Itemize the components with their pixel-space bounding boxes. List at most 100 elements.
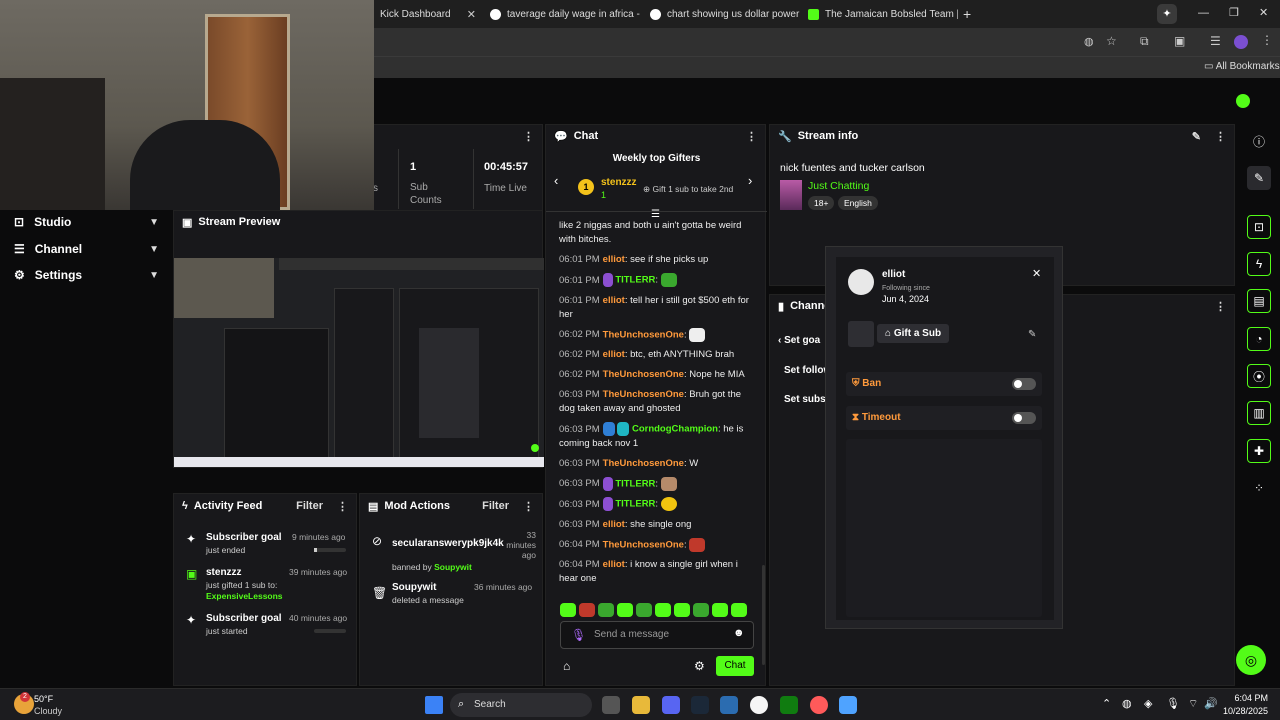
chat-user[interactable]: elliot — [603, 559, 625, 570]
tab-daily-wage[interactable]: taverage daily wage in africa - ✕ — [484, 4, 642, 24]
emote-icon[interactable] — [636, 603, 652, 617]
store-icon[interactable]: ⌂ — [563, 659, 570, 673]
mod-target[interactable]: secularanswerypk9jk4k — [392, 538, 504, 549]
wifi-icon[interactable]: ⌔ — [1188, 697, 1198, 711]
microphone-icon[interactable]: 🎙 — [1166, 697, 1180, 710]
chart-icon[interactable]: ▥ — [1247, 401, 1271, 425]
chat-user[interactable]: TheUnchosenOne — [603, 539, 684, 550]
tab-bobsled[interactable]: The Jamaican Bobsled Team | T✕ — [802, 4, 958, 24]
chat-user[interactable]: elliot — [603, 295, 625, 306]
taskbar-search[interactable]: ⌕ Search — [450, 693, 592, 717]
chevron-left-icon[interactable]: ‹ — [554, 173, 558, 188]
app-icon[interactable] — [720, 696, 738, 714]
timeout-toggle[interactable] — [1012, 412, 1036, 424]
chat-user[interactable]: TheUnchosenOne — [603, 389, 684, 400]
microphone-icon[interactable]: 🎙 — [571, 628, 586, 642]
all-bookmarks[interactable]: ▭ All Bookmarks — [1204, 61, 1280, 72]
xbox-icon[interactable] — [780, 696, 798, 714]
tray-icon[interactable]: ◍ — [1122, 697, 1132, 710]
kebab-menu-icon[interactable]: ⋮ — [523, 500, 534, 513]
app-icon[interactable] — [839, 696, 857, 714]
apps-icon[interactable]: ⁘ — [1247, 476, 1271, 500]
emote-icon[interactable] — [731, 603, 747, 617]
emoji-icon[interactable]: ☻ — [733, 627, 745, 639]
support-icon[interactable]: ◎ — [1236, 645, 1266, 675]
ban-toggle[interactable] — [1012, 378, 1036, 390]
address-bar[interactable]: ◍ ☆ ⧉ ▣ ☰ ⋮ — [374, 28, 1280, 56]
tab-kick-dashboard[interactable]: Kick Dashboard ✕ — [374, 4, 482, 24]
kick-logo-icon[interactable] — [1236, 94, 1250, 108]
camera-icon[interactable]: ⊡ — [1247, 215, 1271, 239]
document-icon[interactable]: ▤ — [1247, 289, 1271, 313]
chat-user[interactable]: TITLERR — [615, 275, 655, 286]
eye-off-icon[interactable]: ◍ — [1084, 35, 1094, 48]
wrench-icon[interactable]: ✚ — [1247, 439, 1271, 463]
kebab-menu-icon[interactable]: ⋮ — [337, 500, 348, 513]
kebab-menu-icon[interactable]: ⋮ — [523, 130, 534, 143]
category-link[interactable]: Just Chatting — [808, 180, 869, 192]
bolt-icon[interactable]: ϟ — [1247, 252, 1271, 276]
extensions-icon[interactable]: ⧉ — [1140, 34, 1149, 49]
tab-dollar-power[interactable]: chart showing us dollar power ✕ — [644, 4, 800, 24]
mod-target[interactable]: Soupywit — [392, 582, 436, 593]
taskview-icon[interactable] — [602, 696, 620, 714]
info-icon[interactable]: ⓘ — [1247, 129, 1271, 153]
gemini-icon[interactable]: ✦ — [1157, 4, 1177, 24]
mute-icon[interactable]: ✎ — [1028, 329, 1036, 340]
pencil-icon[interactable]: ✎ — [1247, 166, 1271, 190]
emote-icon[interactable] — [712, 603, 728, 617]
profile-avatar[interactable] — [1234, 35, 1248, 49]
chat-user[interactable]: TITLERR — [615, 478, 655, 489]
emote-icon[interactable] — [693, 603, 709, 617]
discord-icon[interactable] — [662, 696, 680, 714]
emote-icon[interactable] — [674, 603, 690, 617]
steam-icon[interactable] — [691, 696, 709, 714]
chat-user[interactable]: CorndogChampion — [632, 424, 718, 435]
preview-video[interactable] — [174, 258, 544, 467]
maximize-icon[interactable]: ❐ — [1229, 6, 1239, 19]
windows-start-icon[interactable] — [425, 696, 443, 714]
emote-icon[interactable] — [655, 603, 671, 617]
kebab-menu-icon[interactable]: ⋮ — [746, 130, 757, 143]
kebab-menu-icon[interactable]: ⋮ — [1215, 130, 1226, 143]
chat-user[interactable]: elliot — [603, 349, 625, 360]
activity-target[interactable]: ExpensiveLessons — [206, 591, 283, 601]
mod-user[interactable]: Soupywit — [434, 562, 472, 572]
tray-icon[interactable]: ◈ — [1144, 697, 1152, 710]
bookmark-star-icon[interactable]: ☆ — [1106, 34, 1117, 48]
chat-user[interactable]: TheUnchosenOne — [603, 458, 684, 469]
broadcast-icon[interactable]: ⦿ — [1247, 364, 1271, 388]
chrome-icon[interactable] — [750, 696, 768, 714]
chevron-up-icon[interactable]: ⌃ — [1102, 697, 1111, 710]
file-explorer-icon[interactable] — [632, 696, 650, 714]
chat-user[interactable]: TheUnchosenOne — [603, 329, 684, 340]
chat-scrollbar[interactable] — [762, 565, 765, 665]
kebab-menu-icon[interactable]: ⋮ — [1215, 300, 1226, 313]
window-close-icon[interactable]: ✕ — [1259, 6, 1268, 19]
sidebar-item-settings[interactable]: ⚙ Settings ▼ — [14, 268, 159, 282]
emote-icon[interactable] — [560, 603, 576, 617]
send-chat-button[interactable]: Chat — [716, 656, 754, 676]
chat-bubble-icon[interactable]: ◔ — [1247, 327, 1271, 351]
gear-icon[interactable]: ⚙ — [694, 659, 705, 673]
pencil-icon[interactable]: ✎ — [1192, 130, 1201, 143]
app-icon[interactable] — [810, 696, 828, 714]
emote-icon[interactable] — [598, 603, 614, 617]
gifter-name[interactable]: stenzzz — [601, 177, 637, 188]
new-tab-icon[interactable]: + — [963, 6, 971, 22]
emote-icon[interactable] — [579, 603, 595, 617]
set-goal-back[interactable]: ‹ Set goa — [778, 335, 820, 346]
chat-user[interactable]: TITLERR — [615, 499, 655, 510]
clock-time[interactable]: 6:04 PM — [1224, 693, 1268, 703]
sidebar-item-channel[interactable]: ☰ Channel ▼ — [14, 242, 159, 256]
tabs-icon[interactable]: ☰ — [1210, 34, 1221, 48]
chat-user[interactable]: TheUnchosenOne — [603, 369, 684, 380]
chat-user[interactable]: elliot — [603, 519, 625, 530]
chat-user[interactable]: elliot — [603, 254, 625, 265]
emote-icon[interactable] — [617, 603, 633, 617]
gift-cta[interactable]: ⊕ Gift 1 sub to take 2nd — [643, 184, 733, 195]
sidepanel-icon[interactable]: ▣ — [1174, 34, 1185, 48]
filter-button[interactable]: Filter — [296, 500, 323, 512]
minimize-icon[interactable]: — — [1198, 7, 1209, 19]
chevron-right-icon[interactable]: › — [748, 173, 752, 188]
